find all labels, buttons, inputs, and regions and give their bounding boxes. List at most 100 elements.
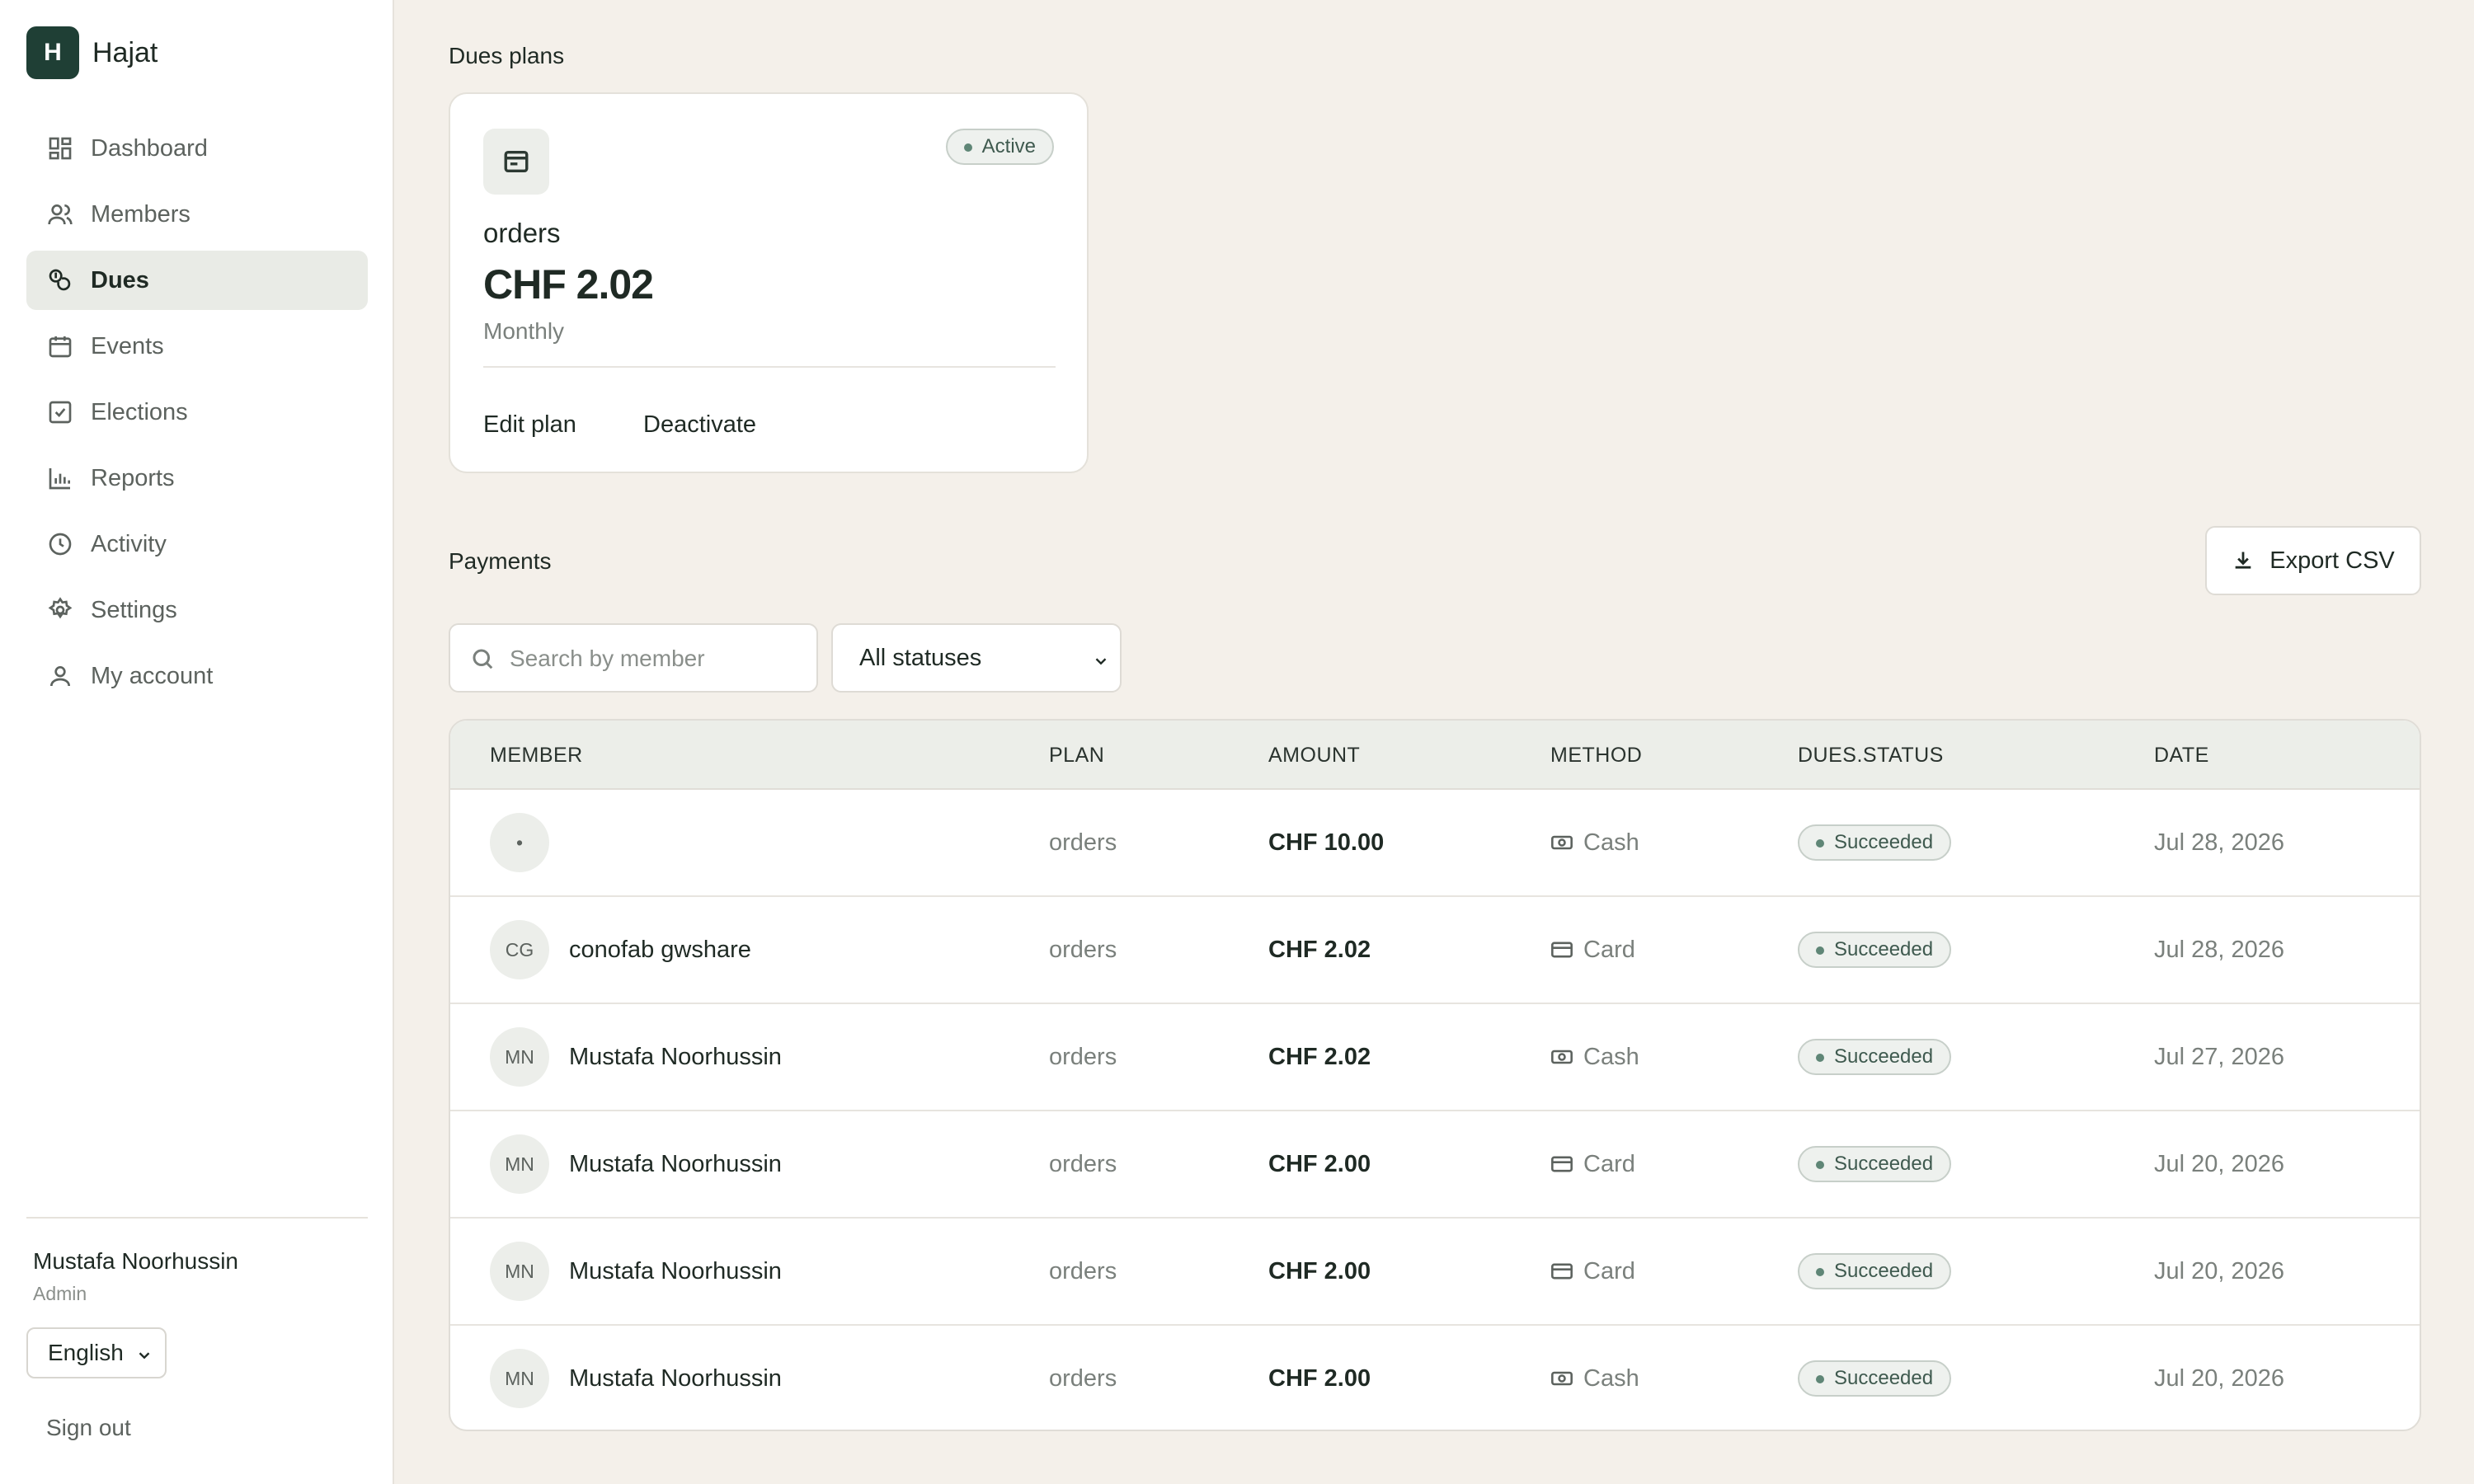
member-search[interactable] bbox=[449, 623, 818, 693]
sidebar-item-label: Dues bbox=[91, 266, 149, 294]
table-row[interactable]: CG conofab gwshare orders CHF 2.02 Card … bbox=[450, 897, 2420, 1004]
method-label: Card bbox=[1583, 1150, 1635, 1177]
status-cell: Succeeded bbox=[1798, 1111, 1952, 1217]
sidebar-item-label: My account bbox=[91, 662, 214, 689]
method-cell: Cash bbox=[1550, 1326, 1639, 1430]
language-value: English bbox=[48, 1340, 124, 1365]
column-header-amount[interactable]: AMOUNT bbox=[1268, 744, 1360, 768]
method-label: Card bbox=[1583, 936, 1635, 963]
avatar: CG bbox=[490, 920, 549, 979]
sidebar-item-dashboard[interactable]: Dashboard bbox=[26, 119, 368, 178]
plan-cell: orders bbox=[1049, 1364, 1117, 1392]
sidebar-item-members[interactable]: Members bbox=[26, 185, 368, 244]
edit-plan-button[interactable]: Edit plan bbox=[463, 396, 596, 453]
payments-title: Payments bbox=[449, 548, 552, 574]
method-label: Card bbox=[1583, 1257, 1635, 1284]
sidebar-divider bbox=[26, 1217, 368, 1219]
method-label: Cash bbox=[1583, 829, 1639, 856]
avatar: • bbox=[490, 813, 549, 872]
column-header-method[interactable]: METHOD bbox=[1550, 744, 1642, 768]
table-row[interactable]: MN Mustafa Noorhussin orders CHF 2.00 Ca… bbox=[450, 1111, 2420, 1219]
download-icon bbox=[2235, 552, 2251, 569]
plan-cell: orders bbox=[1049, 829, 1117, 856]
plan-name: orders bbox=[483, 218, 561, 248]
table-row[interactable]: MN Mustafa Noorhussin orders CHF 2.00 Ca… bbox=[450, 1326, 2420, 1430]
date-cell: Jul 28, 2026 bbox=[2154, 936, 2285, 963]
sidebar-item-elections[interactable]: Elections bbox=[26, 383, 368, 442]
sidebar-item-dues[interactable]: Dues bbox=[26, 251, 368, 310]
sidebar-nav: Dashboard Members Dues Events Elections bbox=[26, 119, 368, 712]
member-name: Mustafa Noorhussin bbox=[569, 1257, 782, 1284]
language-select[interactable]: English bbox=[26, 1327, 167, 1378]
status-filter-select[interactable]: All statuses bbox=[831, 623, 1122, 693]
plan-status-badge: Active bbox=[945, 129, 1054, 165]
search-icon bbox=[473, 649, 493, 669]
amount-cell: CHF 2.00 bbox=[1268, 1150, 1371, 1177]
sidebar-item-label: Dashboard bbox=[91, 134, 208, 162]
plan-cell: orders bbox=[1049, 1150, 1117, 1177]
sidebar: H Hajat Dashboard Members Dues Events El… bbox=[0, 0, 394, 1484]
member-name: Mustafa Noorhussin bbox=[569, 1364, 782, 1392]
brand[interactable]: H Hajat bbox=[26, 26, 158, 79]
date-cell: Jul 20, 2026 bbox=[2154, 1150, 2285, 1177]
sidebar-item-label: Settings bbox=[91, 596, 177, 623]
sign-out-link[interactable]: Sign out bbox=[46, 1415, 131, 1441]
table-header: MEMBER PLAN AMOUNT METHOD DUES.STATUS DA… bbox=[450, 721, 2420, 790]
status-badge: Succeeded bbox=[1798, 932, 1952, 968]
column-header-date[interactable]: DATE bbox=[2154, 744, 2209, 768]
dues-icon bbox=[46, 266, 74, 294]
member-name: Mustafa Noorhussin bbox=[569, 1150, 782, 1177]
sidebar-item-activity[interactable]: Activity bbox=[26, 514, 368, 574]
status-badge: Succeeded bbox=[1798, 1253, 1952, 1289]
table-row[interactable]: • orders CHF 10.00 Cash Succeeded Jul 28… bbox=[450, 790, 2420, 897]
status-cell: Succeeded bbox=[1798, 897, 1952, 1003]
dues-plans-title: Dues plans bbox=[449, 43, 565, 68]
method-cell: Card bbox=[1550, 1111, 1635, 1217]
export-csv-button[interactable]: Export CSV bbox=[2205, 526, 2421, 595]
sidebar-item-label: Members bbox=[91, 200, 190, 228]
status-badge: Succeeded bbox=[1798, 1146, 1952, 1182]
cash-icon bbox=[1550, 1366, 1575, 1391]
cash-icon bbox=[1550, 830, 1575, 855]
column-header-member[interactable]: MEMBER bbox=[490, 744, 583, 768]
status-cell: Succeeded bbox=[1798, 1219, 1952, 1324]
status-cell: Succeeded bbox=[1798, 1326, 1952, 1430]
column-header-status[interactable]: DUES.STATUS bbox=[1798, 744, 1944, 768]
gear-icon bbox=[46, 596, 74, 624]
date-cell: Jul 20, 2026 bbox=[2154, 1364, 2285, 1392]
member-name: Mustafa Noorhussin bbox=[569, 1043, 782, 1070]
credit-card-icon bbox=[1550, 1152, 1575, 1176]
date-cell: Jul 20, 2026 bbox=[2154, 1257, 2285, 1284]
current-user-role: Admin bbox=[33, 1283, 87, 1304]
column-header-plan[interactable]: PLAN bbox=[1049, 744, 1104, 768]
chevron-down-icon bbox=[135, 1344, 153, 1362]
sidebar-item-label: Reports bbox=[91, 464, 175, 491]
plan-amount: CHF 2.02 bbox=[483, 261, 654, 308]
checkbox-icon bbox=[46, 398, 74, 426]
sidebar-item-my-account[interactable]: My account bbox=[26, 646, 368, 706]
plan-cell: orders bbox=[1049, 1043, 1117, 1070]
sidebar-item-reports[interactable]: Reports bbox=[26, 448, 368, 508]
deactivate-plan-button[interactable]: Deactivate bbox=[623, 396, 776, 453]
status-badge: Succeeded bbox=[1798, 1360, 1952, 1397]
method-label: Cash bbox=[1583, 1043, 1639, 1070]
table-row[interactable]: MN Mustafa Noorhussin orders CHF 2.02 Ca… bbox=[450, 1004, 2420, 1111]
method-label: Cash bbox=[1583, 1364, 1639, 1392]
avatar: MN bbox=[490, 1242, 549, 1301]
avatar: MN bbox=[490, 1027, 549, 1087]
search-input[interactable] bbox=[510, 636, 807, 681]
member-name: conofab gwshare bbox=[569, 936, 751, 963]
sidebar-item-label: Activity bbox=[91, 530, 167, 557]
method-cell: Card bbox=[1550, 897, 1635, 1003]
plan-cell: orders bbox=[1049, 1257, 1117, 1284]
method-cell: Cash bbox=[1550, 790, 1639, 895]
date-cell: Jul 28, 2026 bbox=[2154, 829, 2285, 856]
current-user-name: Mustafa Noorhussin bbox=[33, 1248, 239, 1274]
bar-chart-icon bbox=[46, 464, 74, 492]
table-row[interactable]: MN Mustafa Noorhussin orders CHF 2.00 Ca… bbox=[450, 1219, 2420, 1326]
avatar: MN bbox=[490, 1349, 549, 1408]
sidebar-item-events[interactable]: Events bbox=[26, 317, 368, 376]
sidebar-item-settings[interactable]: Settings bbox=[26, 580, 368, 640]
sidebar-item-label: Events bbox=[91, 332, 164, 359]
calendar-icon bbox=[46, 332, 74, 360]
